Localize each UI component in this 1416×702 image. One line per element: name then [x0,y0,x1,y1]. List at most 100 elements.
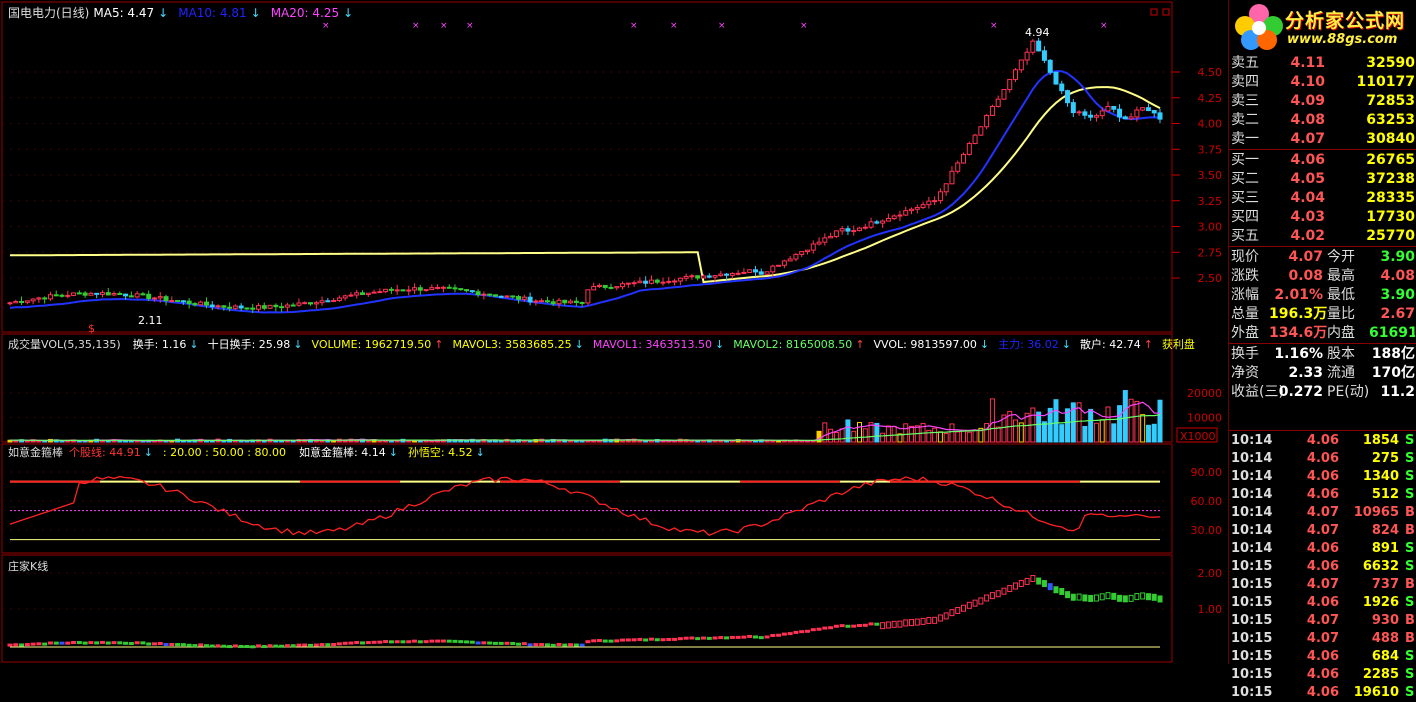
zhuang-candle [689,636,695,640]
candle-body [1076,111,1082,114]
tick-row[interactable]: 10:14 4.07 824 B [1229,522,1416,540]
candle-body [492,294,498,297]
zhuang-candle [544,643,550,647]
tick-row[interactable]: 10:14 4.06 512 S [1229,486,1416,504]
tick-row[interactable]: 10:15 4.07 930 B [1229,612,1416,630]
candle-body [290,304,296,307]
zhuang-candle [296,643,302,647]
tick-row[interactable]: 10:14 4.06 891 S [1229,540,1416,558]
order-book-row[interactable]: 买五 4.02 25770 [1229,227,1416,246]
order-book-volume: 26765 [1366,152,1415,168]
tick-price: 4.06 [1306,541,1339,556]
candle-body [972,134,978,144]
zhuang-candle [383,640,389,644]
tick-row[interactable]: 10:14 4.06 1340 S [1229,468,1416,486]
tick-time: 10:15 [1231,577,1273,592]
order-book-volume: 28335 [1366,190,1415,206]
tick-row[interactable]: 10:14 4.06 1854 S [1229,432,1416,450]
order-book-row[interactable]: 卖四 4.10 110177 [1229,73,1416,92]
zhuang-candle [585,640,591,644]
tick-row[interactable]: 10:15 4.07 737 B [1229,576,1416,594]
candle-body [533,300,539,303]
candle-body [1145,107,1151,112]
candle-body [544,300,550,303]
candle-body [527,296,533,303]
stat-row: 涨跌 0.08 最高 4.08 [1229,267,1416,286]
tick-row[interactable]: 10:14 4.06 275 S [1229,450,1416,468]
candle-body [198,301,204,306]
arrow-down-icon: ↓ [475,446,485,459]
order-book-row[interactable]: 卖二 4.08 63253 [1229,111,1416,130]
candle-body [903,210,909,216]
volume-bar [955,431,961,443]
zhuang-candle [776,633,782,637]
order-book-row[interactable]: 买一 4.06 26765 [1229,151,1416,170]
volume-bar [700,440,706,443]
kline-chart-area[interactable]: 4.50 4.25 4.00 3.75 3.50 3.25 3.00 2.75 2.50 × × × ×… [0,0,1226,664]
zhuang-candle [880,622,886,630]
tick-price: 4.06 [1306,667,1339,682]
tick-row[interactable]: 10:15 4.06 6632 S [1229,558,1416,576]
zhuang-candle [186,643,192,647]
zhuang-candle [342,641,348,645]
tick-row[interactable]: 10:15 4.06 2285 S [1229,666,1416,684]
zhuang-candle [602,639,608,643]
tick-row[interactable]: 10:15 4.06 19610 S [1229,684,1416,702]
zhuang-candle [255,644,261,648]
panel-close-icon[interactable] [1162,8,1170,16]
candle-body [955,162,961,172]
candle-body [458,288,464,291]
candle-body [504,295,510,298]
zhuang-candle [978,597,984,605]
zhuang-candle [510,641,516,645]
zhuang-candle [65,641,71,645]
zhuang-candle [793,630,799,634]
chart-canvas[interactable]: 4.50 4.25 4.00 3.75 3.50 3.25 3.00 2.75 2.50 × × × ×… [0,0,1226,664]
candle-body [406,289,412,292]
zhuang-candle [273,644,279,648]
zhuang-candle [365,641,371,645]
tick-price: 4.07 [1306,505,1339,520]
candle-body [371,291,377,294]
order-book-row[interactable]: 卖一 4.07 30840 [1229,130,1416,149]
candle-body [573,300,579,303]
buy-signal-marker: $ [88,322,95,335]
candle-body [19,300,25,303]
tick-row[interactable]: 10:15 4.06 684 S [1229,648,1416,666]
zhuang-candle [1088,594,1094,602]
zhuang-candle [706,636,712,640]
tick-row[interactable]: 10:14 4.07 10965 B [1229,504,1416,522]
stat-row: 外盘 134.6万内盘 616917 [1229,324,1416,343]
candle-body [1088,114,1094,118]
order-book-price: 4.11 [1290,55,1325,71]
zhuang-indicator-name: 庄家K线 [8,560,49,573]
zhuang-candle [394,640,400,644]
candle-body [1024,51,1030,61]
candle-body [516,296,522,300]
logo-url[interactable]: www.88gs.com [1287,32,1397,47]
zhuang-candle [741,635,747,639]
candle-body [787,258,793,262]
order-book-row[interactable]: 买二 4.05 37238 [1229,170,1416,189]
tick-row[interactable]: 10:15 4.06 1926 S [1229,594,1416,612]
zhuang-candle [42,642,48,646]
volume-bar [1099,419,1105,443]
order-book-volume: 63253 [1366,112,1415,128]
order-book-row[interactable]: 买四 4.03 17730 [1229,208,1416,227]
zhuang-candle [700,636,706,640]
candle-body [47,294,53,300]
zhuang-candle [666,637,672,641]
order-book-row[interactable]: 卖五 4.11 32590 [1229,54,1416,73]
candle-body [608,286,614,289]
tick-row[interactable]: 10:15 4.07 488 B [1229,630,1416,648]
panel-toggle-icon[interactable] [1150,8,1158,16]
candle-body [978,126,984,136]
order-book-volume: 25770 [1366,228,1415,244]
stock-title: 国电电力(日线) [8,6,90,20]
price-axis-label: 3.25 [1198,195,1223,208]
zhuang-candle [556,642,562,646]
candle-body [776,264,782,267]
order-book-row[interactable]: 卖三 4.09 72853 [1229,92,1416,111]
volume-bar [1041,421,1047,443]
order-book-row[interactable]: 买三 4.04 28335 [1229,189,1416,208]
